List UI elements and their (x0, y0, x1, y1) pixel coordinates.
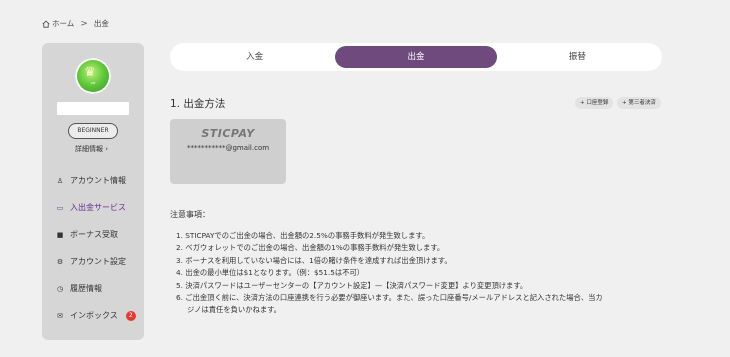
gift-icon: ■ (56, 230, 64, 239)
avatar-text: VIP (90, 81, 96, 85)
crown-icon: ♛ (84, 65, 96, 80)
history-icon: ◷ (56, 284, 64, 293)
breadcrumb-home-label: ホーム (52, 19, 75, 28)
note-line: 2. ベガウォレットでのご出金の場合、出金額の1%の事務手数料が発生致します。 (176, 243, 445, 253)
note-line: 3. ボーナスを利用していない場合には、1倍の賭け条件を達成すれば出金頂けます。 (176, 255, 452, 265)
tab-withdraw[interactable]: 出金 (335, 46, 497, 68)
sidebar-item-label: インボックス (70, 311, 118, 320)
gear-icon: ⚙ (56, 257, 64, 266)
sidebar-item-label: 履歴情報 (70, 284, 102, 293)
sidebar-item-bonus[interactable]: ■ ボーナス受取 (56, 221, 136, 248)
sidebar-item-label: 入出金サービス (70, 203, 126, 212)
method-email: ***********@gmail.com (186, 144, 270, 152)
unread-badge: 2 (125, 310, 136, 321)
details-link[interactable]: 詳細情報 › (75, 144, 108, 154)
breadcrumb: ホーム > 出金 (42, 18, 109, 29)
note-line: 1. STICPAYでのご出金の場合、出金額の2.5%の事務手数料が発生致します… (176, 231, 430, 240)
sidebar-item-label: アカウント設定 (70, 257, 126, 266)
sidebar-nav: ♙ アカウント情報 ▭ 入出金サービス ■ ボーナス受取 ⚙ アカウント設定 ◷… (56, 167, 136, 329)
breadcrumb-home[interactable]: ホーム (42, 18, 74, 29)
note-line: 4. 出金の最小単位は$1となります。（例：$51.5は不可） (176, 268, 365, 278)
username-field (57, 102, 129, 115)
sidebar-item-history[interactable]: ◷ 履歴情報 (56, 275, 136, 302)
note-line-continued: ジノは責任を負いかねます。 (187, 305, 281, 315)
person-icon: ♙ (56, 176, 64, 185)
home-icon (42, 20, 50, 28)
add-account-button[interactable]: + 口座登録 (575, 97, 614, 109)
avatar: ♛ VIP (75, 58, 111, 94)
notes-title: 注意事項： (170, 210, 210, 219)
tab-bar: 入金 出金 振替 (170, 43, 662, 71)
notes-list: 1. STICPAYでのご出金の場合、出金額の2.5%の事務手数料が発生致します… (176, 230, 666, 317)
sidebar-item-account-settings[interactable]: ⚙ アカウント設定 (56, 248, 136, 275)
sidebar-item-inbox[interactable]: ✉ インボックス 2 (56, 302, 136, 329)
tab-deposit[interactable]: 入金 (174, 46, 335, 68)
sidebar-item-label: ボーナス受取 (70, 230, 118, 239)
chevron-right-icon: > (80, 18, 88, 29)
breadcrumb-current: 出金 (93, 19, 109, 28)
sidebar: ♛ VIP BEGINNER 詳細情報 › ♙ アカウント情報 ▭ 入出金サービ… (42, 43, 144, 340)
rank-badge[interactable]: BEGINNER (68, 123, 118, 139)
tab-transfer[interactable]: 振替 (497, 46, 658, 68)
mail-icon: ✉ (57, 311, 63, 320)
sidebar-item-account-info[interactable]: ♙ アカウント情報 (56, 167, 136, 194)
note-line: 6. ご出金頂く前に、決済方法の口座連携を行う必要が御座います。また、誤った口座… (176, 293, 603, 303)
section-title: 1. 出金方法 (170, 98, 226, 110)
third-party-payment-button[interactable]: + 第三者決済 (617, 97, 661, 109)
sticpay-logo: STICPAY (201, 127, 255, 140)
wallet-icon: ▭ (56, 203, 64, 212)
note-line: 5. 決済パスワードはユーザーセンターの【アカウント設定】—【決済パスワード変更… (176, 280, 528, 290)
sidebar-item-label: アカウント情報 (70, 176, 126, 185)
withdraw-method-card[interactable]: STICPAY ***********@gmail.com (170, 119, 286, 184)
sidebar-item-deposit-withdraw[interactable]: ▭ 入出金サービス (56, 194, 136, 221)
